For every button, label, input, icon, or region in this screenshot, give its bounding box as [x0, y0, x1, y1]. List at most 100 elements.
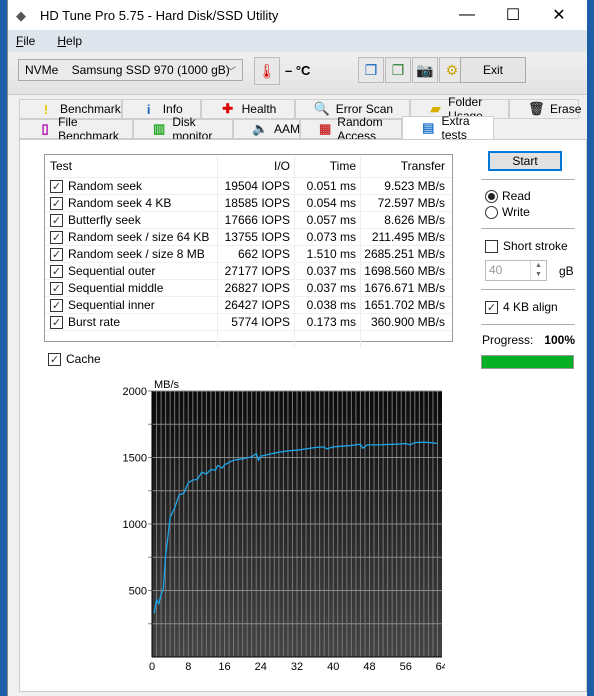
copy-button[interactable]: ❐ [358, 57, 384, 83]
tab-disk-monitor[interactable]: ▥ Disk monitor [133, 115, 233, 143]
tab-label: AAM [274, 122, 301, 136]
io-value: 5774 IOPS [218, 314, 295, 330]
transfer-value: 211.495 MB/s [371, 230, 445, 244]
app-window: ◆ HD Tune Pro 5.75 - Hard Disk/SSD Utili… [7, 0, 587, 696]
stroke-size-stepper[interactable]: 40 ▲ ▼ [485, 260, 547, 281]
tab-random-access[interactable]: ▦ Random Access [300, 115, 402, 143]
transfer-value: 8.626 MB/s [384, 213, 445, 227]
checkbox[interactable]: ✓ [48, 352, 61, 366]
tab-bar: ! Benchmark i Info ✚ Health 🔍 Error Scan ▰ Folder… [19, 95, 582, 143]
temperature-button[interactable]: 🌡 [254, 57, 280, 85]
spinner-arrows-icon[interactable]: ▲ ▼ [530, 261, 546, 280]
read-radio[interactable]: Read [481, 188, 575, 204]
extra-tests-panel: Test I/O Time Transfer ✓ Random seek 19504… [19, 139, 587, 692]
screenshot-button[interactable]: 📷 [412, 57, 438, 83]
tab-file-benchmark[interactable]: ▯ File Benchmark [19, 115, 133, 143]
transfer-value: 72.597 MB/s [377, 196, 445, 210]
tab-erase[interactable]: 🗑 Erase [509, 99, 582, 119]
stroke-value: 40 [489, 263, 503, 277]
test-name: Butterfly seek [68, 213, 141, 227]
io-value: 19504 IOPS [218, 178, 295, 194]
menu-help[interactable]: Help [49, 34, 90, 48]
checkbox[interactable]: ✓ [50, 196, 63, 210]
tab-label: Benchmark [60, 102, 121, 116]
magnifier-icon: 🔍 [313, 101, 330, 116]
copy-screenshot-button[interactable]: ❐ [385, 57, 411, 83]
test-name: Sequential outer [68, 264, 156, 278]
checkbox[interactable]: ✓ [50, 230, 63, 244]
start-button[interactable]: Start [488, 151, 562, 171]
header-transfer[interactable]: Transfer [361, 155, 451, 177]
transfer-value: 1651.702 MB/s [364, 298, 445, 312]
disk-monitor-icon: ▥ [153, 121, 166, 136]
menu-file[interactable]: File [8, 34, 43, 48]
x-tick-label: 48 [363, 661, 375, 673]
table-row: ✓ Sequential inner 26427 IOPS 0.038 ms 1651.… [45, 297, 452, 314]
checkbox[interactable]: ✓ [50, 247, 63, 261]
io-value: 18585 IOPS [218, 195, 295, 211]
header-test[interactable]: Test [45, 155, 218, 177]
maximize-button[interactable]: ☐ [490, 0, 536, 30]
header-time[interactable]: Time [295, 155, 361, 177]
checkbox[interactable]: ✓ [50, 298, 63, 312]
checkbox[interactable]: ✓ [50, 281, 63, 295]
short-stroke-checkbox[interactable]: Short stroke [481, 237, 575, 255]
cache-checkbox[interactable]: ✓ Cache [48, 352, 101, 366]
checkbox[interactable] [485, 239, 498, 253]
chevron-down-icon: ﹀ [226, 67, 236, 78]
tab-extra-tests[interactable]: ▤ Extra tests [402, 114, 494, 142]
test-name: Sequential inner [68, 298, 155, 312]
time-value: 0.054 ms [295, 195, 361, 211]
minimize-button[interactable]: — [444, 0, 490, 30]
results-table: Test I/O Time Transfer ✓ Random seek 19504… [44, 154, 453, 348]
exit-button[interactable]: Exit [460, 57, 526, 83]
title-bar: ◆ HD Tune Pro 5.75 - Hard Disk/SSD Utili… [8, 0, 587, 30]
write-radio[interactable]: Write [481, 204, 575, 220]
y-axis-label: MB/s [154, 379, 180, 391]
io-value: 26827 IOPS [218, 280, 295, 296]
extra-tests-icon: ▤ [422, 120, 435, 135]
x-tick-label: 24 [255, 661, 267, 673]
random-access-icon: ▦ [319, 121, 332, 136]
table-header: Test I/O Time Transfer [45, 155, 452, 178]
close-button[interactable]: ✕ [536, 0, 582, 30]
test-name: Random seek / size 64 KB [68, 230, 210, 244]
tab-aam[interactable]: 🔈 AAM [233, 119, 300, 139]
drive-label: NVMe Samsung SSD 970 (1000 gB) [25, 63, 230, 77]
checkbox[interactable]: ✓ [50, 213, 63, 227]
table-row: ✓ Random seek 4 KB 18585 IOPS 0.054 ms 72.59… [45, 195, 452, 212]
io-value: 27177 IOPS [218, 263, 295, 279]
table-row: ✓ Random seek / size 8 MB 662 IOPS 1.510 ms… [45, 246, 452, 263]
camera-icon: 📷 [416, 61, 434, 78]
folder-icon: ▰ [430, 101, 441, 116]
checkbox[interactable]: ✓ [50, 315, 63, 329]
checkbox[interactable]: ✓ [50, 264, 63, 278]
time-value: 0.057 ms [295, 212, 361, 228]
tab-label: Erase [550, 102, 582, 116]
window-title: HD Tune Pro 5.75 - Hard Disk/SSD Utility [40, 7, 279, 23]
x-tick-label: 16 [218, 661, 230, 673]
transfer-value: 2685.251 MB/s [364, 247, 445, 261]
checkbox[interactable]: ✓ [485, 300, 498, 314]
table-row: ✓ Sequential middle 26827 IOPS 0.037 ms 1676… [45, 280, 452, 297]
read-label: Read [502, 189, 531, 203]
app-icon: ◆ [16, 8, 26, 23]
info-icon: i [146, 101, 151, 117]
align-checkbox[interactable]: ✓ 4 KB align [481, 298, 575, 316]
transfer-value: 1676.671 MB/s [364, 281, 445, 295]
gears-icon: ⚙ [445, 61, 459, 78]
stroke-unit: gB [559, 263, 574, 278]
transfer-chart: 500 1000 1500 2000 0 8 16 24 32 40 48 56 64MB MB/s [123, 379, 445, 673]
drive-select[interactable]: NVMe Samsung SSD 970 (1000 gB) ﹀ [18, 59, 243, 81]
toolbar: NVMe Samsung SSD 970 (1000 gB) ﹀ 🌡 – °C ❐… [8, 52, 587, 95]
time-value: 0.173 ms [295, 314, 361, 330]
thermometer-icon: 🌡 [258, 62, 276, 79]
time-value: 0.037 ms [295, 263, 361, 279]
progress-label: Progress: [482, 333, 534, 347]
y-tick-label: 500 [129, 586, 147, 598]
checkbox[interactable]: ✓ [50, 179, 63, 193]
header-io[interactable]: I/O [218, 155, 295, 177]
y-tick-label: 2000 [123, 386, 147, 398]
tab-label: Health [241, 102, 277, 116]
short-stroke-label: Short stroke [503, 239, 568, 253]
